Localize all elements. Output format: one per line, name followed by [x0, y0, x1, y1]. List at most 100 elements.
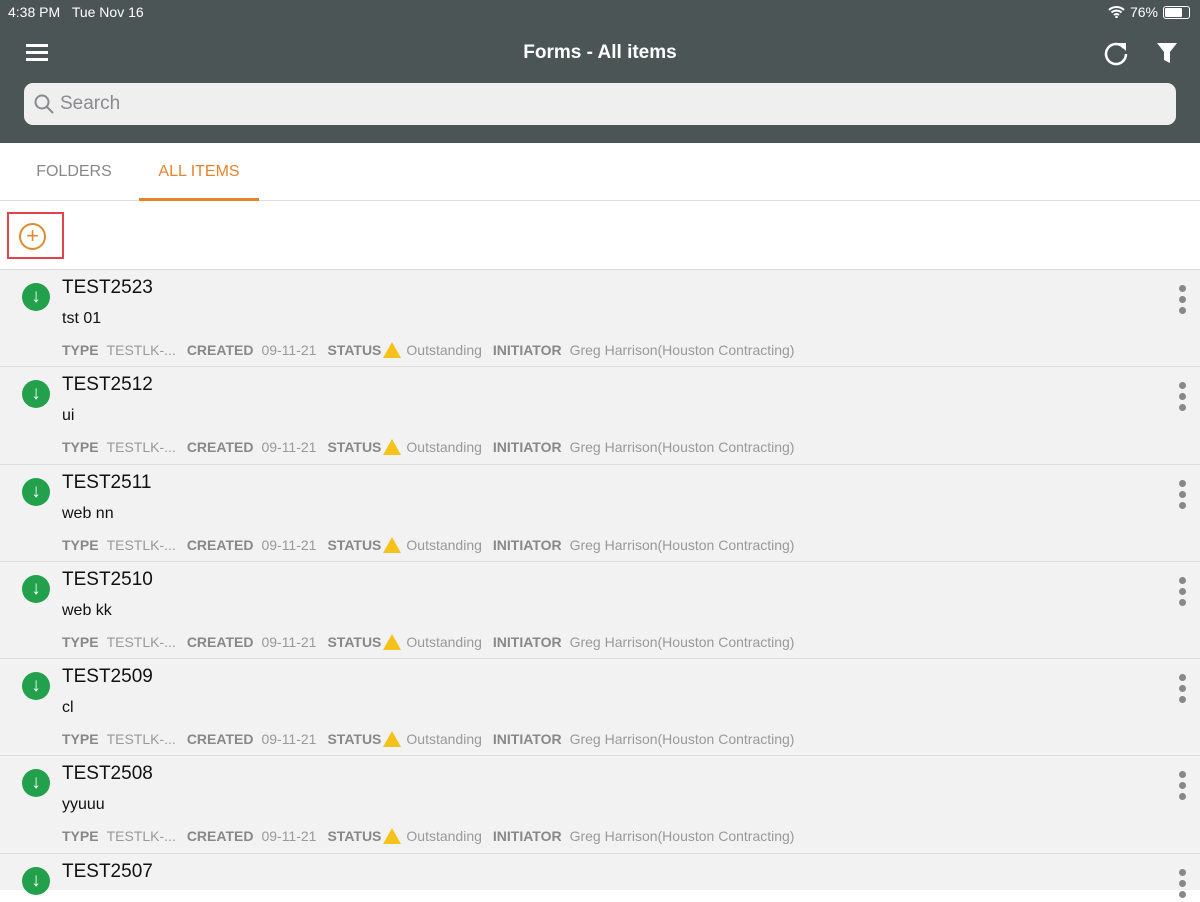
type-value: TESTLK-...	[106, 731, 176, 748]
created-value: 09-11-21	[261, 828, 317, 845]
status-value: Outstanding	[406, 342, 482, 358]
status-value: Outstanding	[406, 536, 482, 553]
more-options-icon[interactable]	[1179, 382, 1187, 415]
status-label: STATUS	[327, 731, 382, 748]
item-id: TEST2511	[62, 471, 152, 493]
more-options-icon[interactable]	[1179, 771, 1187, 804]
status-time: 4:38 PM Tue Nov 16	[8, 4, 144, 20]
search-input[interactable]: Search	[24, 83, 1176, 125]
more-options-icon[interactable]	[1179, 285, 1187, 318]
item-meta: TYPE TESTLK-... CREATED 09-11-21 STATUS Out…	[62, 342, 805, 358]
initiator-value: Greg Harrison(Houston Contracting)	[569, 828, 795, 845]
status-value: Outstanding	[406, 731, 482, 748]
download-icon[interactable]: ↓	[22, 380, 50, 409]
status-label: STATUS	[327, 439, 382, 456]
download-icon[interactable]: ↓	[22, 477, 50, 506]
items-list[interactable]: ↓ TEST2523 tst 01 TYPE TESTLK-... CREATED…	[0, 269, 1200, 898]
type-label: TYPE	[62, 633, 99, 650]
warning-icon	[383, 439, 402, 456]
status-value: Outstanding	[406, 828, 482, 845]
item-subtitle: yyuuu	[62, 796, 105, 814]
item-meta: TYPE TESTLK-... CREATED 09-11-21 STATUS Out…	[62, 633, 805, 650]
list-item[interactable]: ↓ TEST2511 web nn TYPE TESTLK-... CREATED…	[0, 465, 1200, 562]
page-title: Forms - All items	[523, 42, 677, 63]
status-label: STATUS	[327, 342, 382, 358]
list-item[interactable]: ↓ TEST2509 cl TYPE TESTLK-... CREATED 09-1…	[0, 659, 1200, 757]
more-options-icon[interactable]	[1179, 576, 1187, 610]
item-subtitle: web kk	[62, 601, 112, 619]
download-icon[interactable]: ↓	[22, 769, 50, 798]
warning-icon	[383, 342, 402, 358]
type-value: TESTLK-...	[106, 633, 176, 650]
add-item-button[interactable]: +	[7, 212, 64, 259]
search-icon	[34, 94, 54, 114]
item-meta: TYPE TESTLK-... CREATED 09-11-21 STATUS Out…	[62, 828, 805, 845]
list-item[interactable]: ↓ TEST2510 web kk TYPE TESTLK-... CREATED…	[0, 562, 1200, 660]
search-placeholder: Search	[60, 93, 121, 114]
more-options-icon[interactable]	[1179, 868, 1187, 902]
created-label: CREATED	[186, 536, 254, 553]
warning-icon	[383, 828, 402, 845]
wifi-icon	[1108, 6, 1125, 18]
initiator-value: Greg Harrison(Houston Contracting)	[569, 633, 795, 650]
created-label: CREATED	[186, 633, 254, 650]
initiator-label: INITIATOR	[492, 536, 562, 553]
list-item[interactable]: ↓ TEST2507	[0, 854, 1200, 898]
download-icon[interactable]: ↓	[22, 574, 50, 603]
tab-all-items[interactable]: ALL ITEMS	[139, 143, 259, 201]
created-value: 09-11-21	[261, 633, 317, 650]
warning-icon	[383, 536, 402, 553]
download-icon[interactable]: ↓	[22, 283, 50, 311]
item-subtitle: ui	[62, 407, 75, 425]
type-label: TYPE	[62, 828, 99, 845]
filter-icon[interactable]	[1156, 42, 1178, 64]
type-label: TYPE	[62, 731, 99, 748]
status-label: STATUS	[327, 536, 382, 553]
date-text: Tue Nov 16	[71, 4, 144, 20]
item-meta: TYPE TESTLK-... CREATED 09-11-21 STATUS Out…	[62, 439, 805, 456]
type-label: TYPE	[62, 342, 99, 358]
type-label: TYPE	[62, 439, 99, 456]
status-value: Outstanding	[406, 439, 482, 456]
initiator-label: INITIATOR	[492, 439, 562, 456]
item-id: TEST2509	[62, 666, 153, 688]
type-value: TESTLK-...	[106, 439, 176, 456]
item-id: TEST2523	[62, 277, 153, 298]
item-subtitle: cl	[62, 699, 74, 717]
download-icon[interactable]: ↓	[22, 866, 50, 895]
initiator-label: INITIATOR	[492, 828, 562, 845]
created-label: CREATED	[186, 828, 254, 845]
tab-bar: FOLDERS ALL ITEMS	[0, 143, 1200, 201]
app-header: 4:38 PM Tue Nov 16 76% Forms - All items…	[0, 0, 1200, 143]
type-value: TESTLK-...	[106, 536, 176, 553]
type-value: TESTLK-...	[106, 828, 176, 845]
initiator-value: Greg Harrison(Houston Contracting)	[569, 439, 795, 456]
created-label: CREATED	[186, 439, 254, 456]
download-icon[interactable]: ↓	[22, 672, 50, 701]
tab-folders[interactable]: FOLDERS	[22, 143, 126, 201]
status-label: STATUS	[327, 828, 382, 845]
plus-circle-icon: +	[19, 223, 46, 250]
item-id: TEST2512	[62, 374, 153, 396]
created-label: CREATED	[186, 342, 254, 358]
item-subtitle: web nn	[62, 504, 114, 522]
more-options-icon[interactable]	[1179, 674, 1187, 707]
more-options-icon[interactable]	[1179, 479, 1187, 513]
initiator-value: Greg Harrison(Houston Contracting)	[569, 342, 795, 358]
list-item[interactable]: ↓ TEST2512 ui TYPE TESTLK-... CREATED 09-1…	[0, 367, 1200, 465]
item-meta: TYPE TESTLK-... CREATED 09-11-21 STATUS Out…	[62, 536, 805, 553]
warning-icon	[383, 633, 402, 650]
created-value: 09-11-21	[261, 536, 317, 553]
initiator-value: Greg Harrison(Houston Contracting)	[569, 731, 795, 748]
item-id: TEST2507	[62, 860, 153, 882]
created-value: 09-11-21	[261, 342, 317, 358]
item-subtitle: tst 01	[62, 310, 102, 327]
initiator-value: Greg Harrison(Houston Contracting)	[569, 536, 795, 553]
time-text: 4:38 PM	[8, 4, 61, 20]
refresh-icon[interactable]	[1102, 40, 1130, 68]
created-value: 09-11-21	[261, 439, 317, 456]
initiator-label: INITIATOR	[492, 731, 562, 748]
list-item[interactable]: ↓ TEST2523 tst 01 TYPE TESTLK-... CREATED…	[0, 270, 1200, 368]
list-item[interactable]: ↓ TEST2508 yyuuu TYPE TESTLK-... CREATED 0…	[0, 756, 1200, 854]
item-id: TEST2510	[62, 568, 153, 590]
